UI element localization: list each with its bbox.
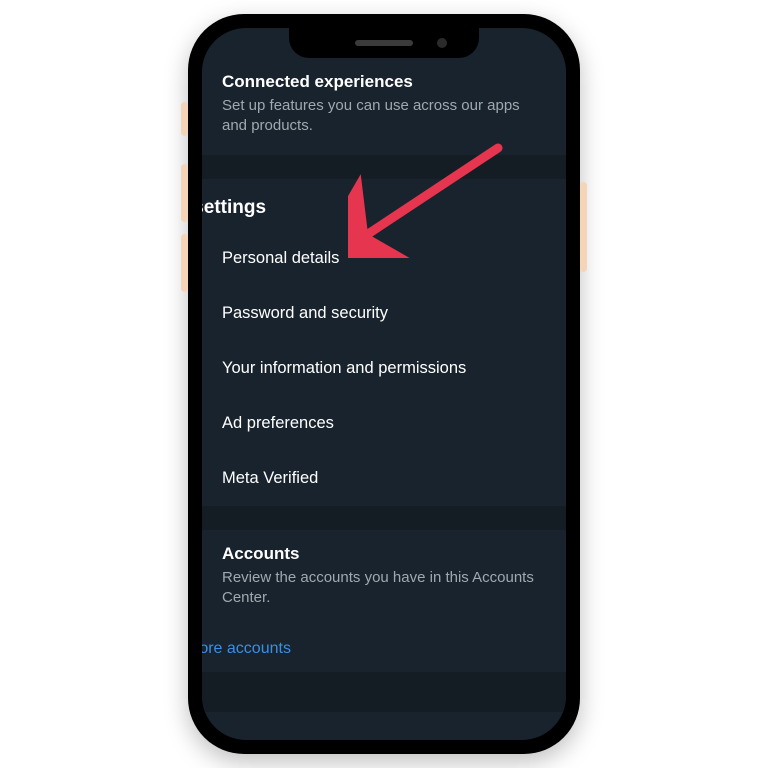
list-item-label: Meta Verified (222, 469, 318, 487)
side-button (181, 234, 188, 292)
camera-icon (437, 38, 447, 48)
link-text: more accounts (202, 640, 291, 657)
account-settings-header: nt settings (202, 179, 566, 231)
password-security-row[interactable]: Password and security (202, 286, 566, 341)
divider (202, 672, 566, 712)
information-permissions-row[interactable]: Your information and permissions (202, 341, 566, 396)
accounts-section: Accounts Review the accounts you have in… (202, 530, 566, 627)
header-text: nt settings (202, 197, 266, 218)
section-title: Connected experiences (222, 72, 546, 92)
notch (289, 28, 479, 58)
content-scroll[interactable]: Connected experiences Set up features yo… (202, 28, 566, 740)
more-accounts-link[interactable]: more accounts (202, 626, 566, 672)
list-item-label: Password and security (222, 304, 388, 322)
divider (202, 155, 566, 179)
ad-preferences-row[interactable]: Ad preferences (202, 396, 566, 451)
divider (202, 506, 566, 530)
side-button (181, 102, 188, 136)
speaker-icon (355, 40, 413, 46)
section-title: Accounts (222, 544, 546, 564)
phone-frame: Connected experiences Set up features yo… (188, 14, 580, 754)
personal-details-row[interactable]: Personal details (202, 231, 566, 286)
list-item-label: Personal details (222, 249, 339, 267)
list-item-label: Your information and permissions (222, 359, 466, 377)
section-desc: Set up features you can use across our a… (222, 96, 546, 137)
side-button (580, 182, 587, 272)
screen: Connected experiences Set up features yo… (202, 28, 566, 740)
section-desc: Review the accounts you have in this Acc… (222, 568, 546, 609)
meta-verified-row[interactable]: Meta Verified (202, 451, 566, 506)
side-button (181, 164, 188, 222)
list-item-label: Ad preferences (222, 414, 334, 432)
